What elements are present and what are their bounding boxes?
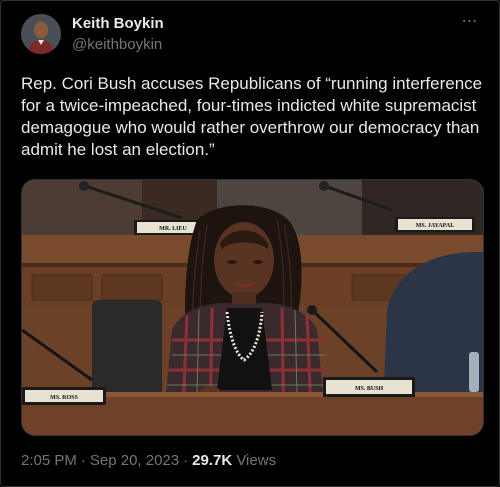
- views-label: Views: [236, 452, 277, 469]
- more-icon[interactable]: ⋯: [459, 11, 481, 33]
- nameplate-lieu: MR. LIEU: [159, 226, 187, 232]
- nameplate-ross: MS. ROSS: [50, 395, 78, 401]
- tweet-text: Rep. Cori Bush accuses Republicans of “r…: [21, 74, 483, 159]
- nameplate-bush: MS. BUSH: [355, 386, 384, 392]
- avatar-image: [21, 14, 61, 54]
- avatar[interactable]: [21, 14, 61, 54]
- views-count: 29.7K: [192, 452, 233, 469]
- nameplate-jayapal: MS. JAYAPAL: [416, 223, 454, 229]
- hearing-photo: MR. LIEU MS. JAYAPAL MS. ROSS MS. BUSH: [22, 180, 483, 435]
- tweet-metadata: 2:05 PM · Sep 20, 2023 · 29.7K Views: [21, 452, 276, 469]
- tweet-media-image[interactable]: MR. LIEU MS. JAYAPAL MS. ROSS MS. BUSH: [21, 179, 484, 436]
- separator: ·: [183, 452, 189, 469]
- tweet-time[interactable]: 2:05 PM: [21, 452, 77, 469]
- tweet-date[interactable]: Sep 20, 2023: [90, 452, 179, 469]
- author-handle[interactable]: @keithboykin: [72, 36, 162, 53]
- author-name[interactable]: Keith Boykin: [72, 15, 164, 32]
- separator: ·: [80, 452, 86, 469]
- tweet-card: Keith Boykin @keithboykin ⋯ Rep. Cori Bu…: [0, 0, 500, 487]
